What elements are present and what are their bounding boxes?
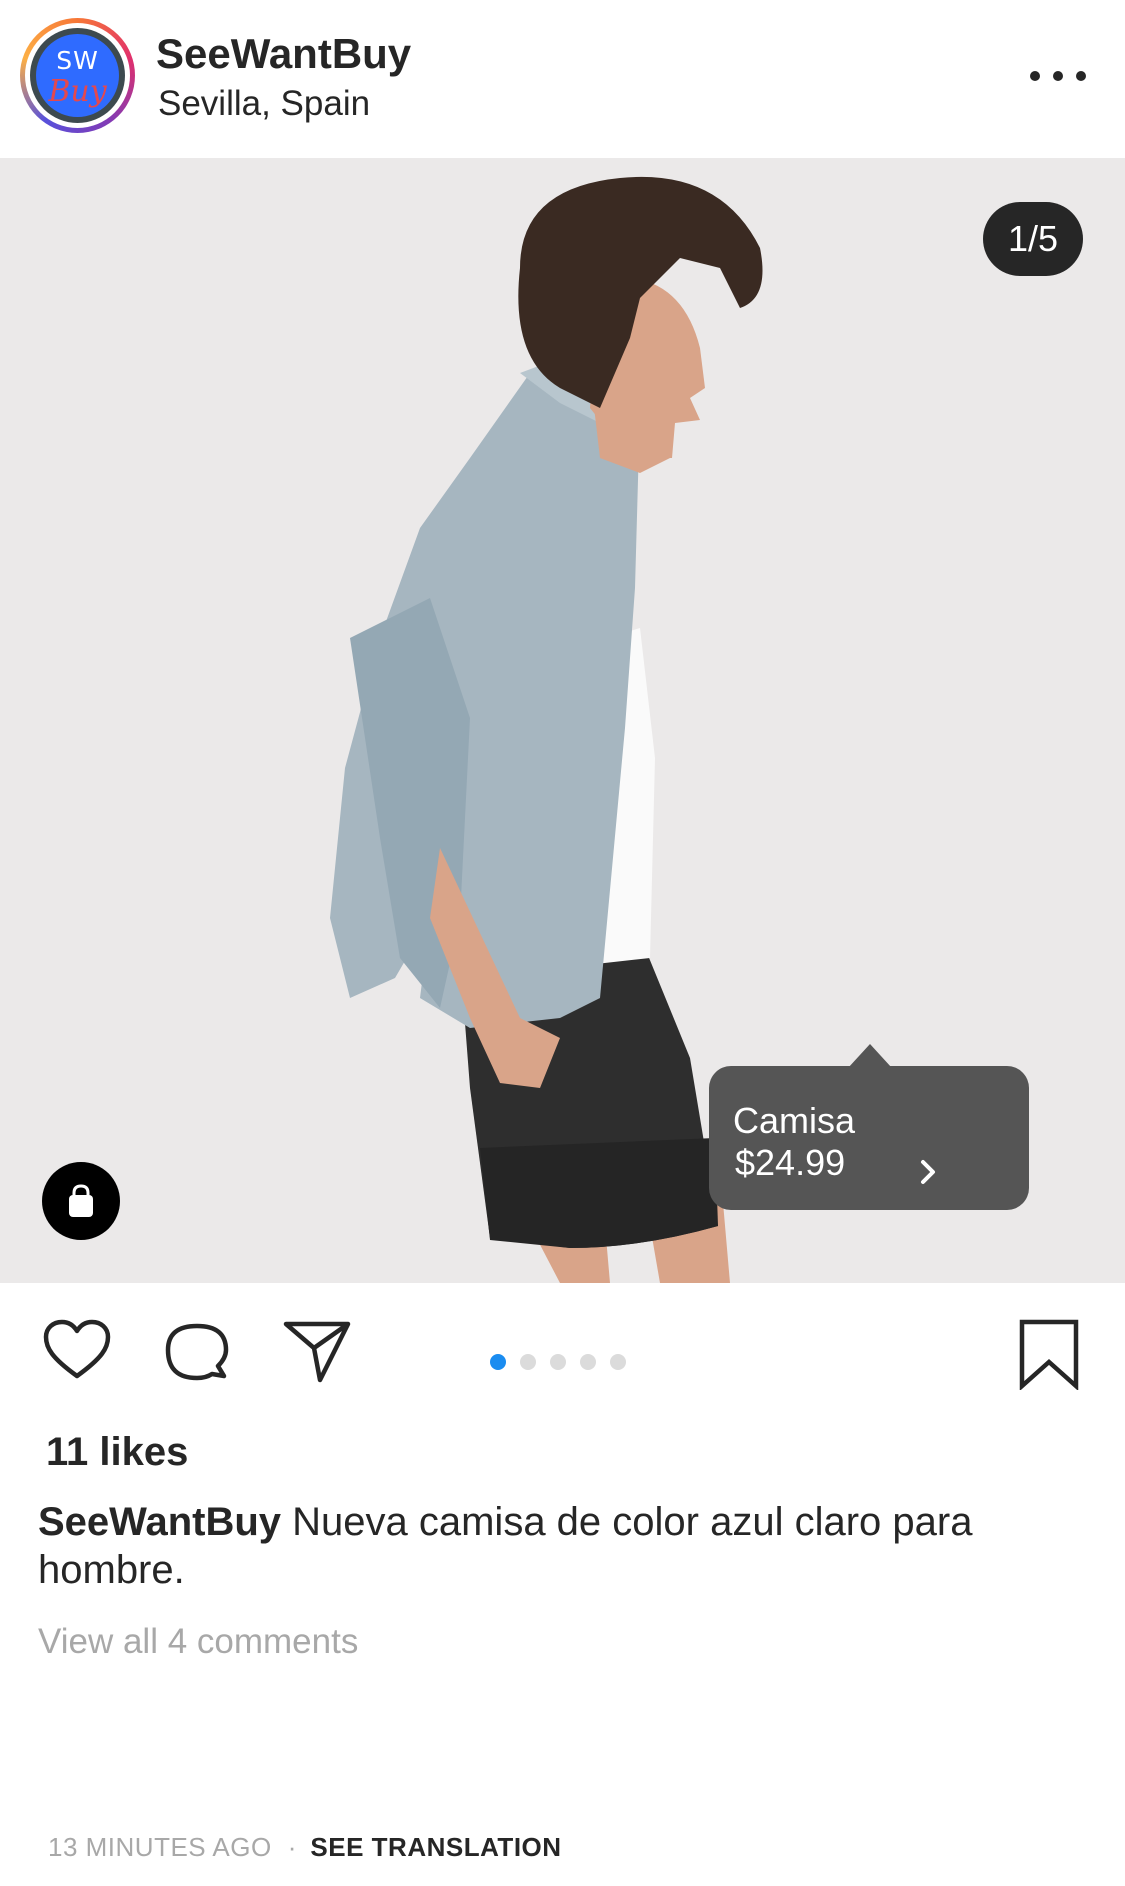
heart-icon[interactable] <box>42 1318 112 1382</box>
share-icon[interactable] <box>282 1318 352 1384</box>
post-timestamp: 13 MINUTES AGO <box>48 1832 272 1862</box>
avatar-logo: SW Buy <box>36 34 119 117</box>
footer-separator: · <box>287 1832 297 1862</box>
product-tag[interactable]: Camisa $24.99 <box>709 1066 1029 1210</box>
post-header: SW Buy SeeWantBuy Sevilla, Spain <box>0 0 1125 158</box>
carousel-dot <box>520 1354 536 1370</box>
see-translation-link[interactable]: SEE TRANSLATION <box>310 1832 561 1863</box>
comment-icon[interactable] <box>162 1318 232 1388</box>
view-all-comments-link[interactable]: View all 4 comments <box>38 1622 358 1662</box>
post-footer: 13 MINUTES AGO · SEE TRANSLATION <box>48 1832 562 1863</box>
product-tag-name: Camisa <box>733 1100 856 1141</box>
carousel-dot-active <box>490 1354 506 1370</box>
username[interactable]: SeeWantBuy <box>156 30 411 78</box>
more-options-icon[interactable] <box>1030 58 1086 94</box>
bookmark-icon[interactable] <box>1016 1318 1082 1390</box>
carousel-dot <box>580 1354 596 1370</box>
carousel-indicator <box>490 1354 626 1370</box>
post-caption: SeeWantBuy Nueva camisa de color azul cl… <box>38 1498 1088 1594</box>
product-tag-pointer <box>848 1044 892 1068</box>
carousel-dot <box>610 1354 626 1370</box>
chevron-right-icon <box>921 1160 935 1184</box>
shopping-bag-icon[interactable] <box>42 1162 120 1240</box>
carousel-dot <box>550 1354 566 1370</box>
caption-username[interactable]: SeeWantBuy <box>38 1500 281 1544</box>
product-tag-price: $24.99 <box>735 1142 846 1183</box>
image-counter: 1/5 <box>983 202 1083 276</box>
likes-count[interactable]: 11 likes <box>46 1430 188 1475</box>
profile-avatar[interactable]: SW Buy <box>20 18 135 133</box>
location[interactable]: Sevilla, Spain <box>158 84 370 124</box>
